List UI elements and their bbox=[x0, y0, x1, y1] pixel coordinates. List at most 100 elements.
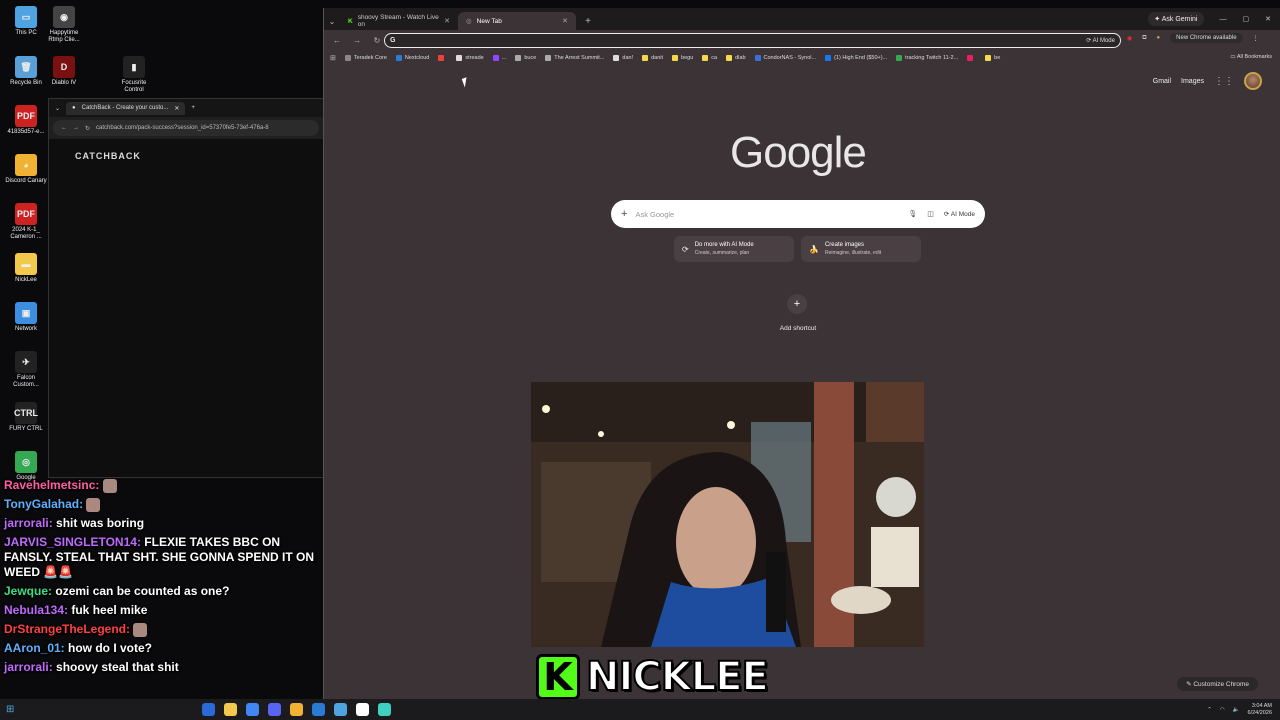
bookmark-item[interactable]: ... bbox=[492, 54, 506, 61]
ask-gemini-button[interactable]: ✦ Ask Gemini bbox=[1148, 12, 1204, 26]
new-tab-icon[interactable]: + bbox=[191, 105, 195, 111]
bookmark-item[interactable]: Teradek Core bbox=[344, 54, 387, 61]
chat-username: jarrorali: bbox=[4, 516, 57, 530]
bookmark-item[interactable]: danit bbox=[642, 54, 663, 61]
back-icon[interactable]: ← bbox=[61, 125, 67, 131]
avatar[interactable] bbox=[1244, 72, 1262, 90]
bookmark-item[interactable]: begu bbox=[672, 54, 693, 61]
customize-chrome-button[interactable]: ✎ Customize Chrome bbox=[1177, 677, 1258, 691]
maximize-icon[interactable]: ▢ bbox=[1243, 15, 1250, 23]
desktop-icon[interactable]: ✈ Falcon Custom... bbox=[4, 351, 48, 389]
catchback-url: catchback.com/pack-success?session_id=57… bbox=[96, 125, 269, 131]
catchback-browser-window[interactable]: ⌄ ● CatchBack - Create your custo... ✕ +… bbox=[48, 98, 324, 478]
search-input[interactable]: Ask Google bbox=[635, 210, 674, 219]
taskbar-app-icon[interactable] bbox=[224, 703, 238, 716]
catchback-logo: CATCHBACK bbox=[75, 151, 141, 161]
omnibox[interactable]: G ⟳ AI Mode bbox=[384, 33, 1121, 48]
minimize-icon[interactable]: — bbox=[1220, 16, 1227, 23]
catchback-address-bar[interactable]: ← → ↻ catchback.com/pack-success?session… bbox=[53, 120, 319, 136]
catchback-tab[interactable]: ● CatchBack - Create your custo... ✕ bbox=[66, 101, 186, 115]
images-link[interactable]: Images bbox=[1181, 78, 1204, 85]
desktop-icon[interactable]: ▬ NickLee bbox=[4, 253, 48, 284]
suggestion-title: Do more with AI Mode bbox=[694, 242, 754, 248]
desktop-icon[interactable]: ▣ Network bbox=[4, 302, 48, 333]
desktop-icon[interactable]: ◉ Happytime Rtmp Clie... bbox=[42, 6, 86, 44]
reload-icon[interactable]: ↻ bbox=[85, 125, 90, 132]
volume-icon[interactable]: 🔈 bbox=[1233, 707, 1240, 713]
bookmark-item[interactable] bbox=[967, 54, 976, 61]
close-icon[interactable]: ✕ bbox=[562, 17, 568, 25]
taskbar-app-icon[interactable] bbox=[312, 703, 326, 716]
forward-icon[interactable]: → bbox=[73, 125, 79, 131]
bookmark-item[interactable] bbox=[438, 54, 447, 61]
menu-kebab-icon[interactable]: ⋮ bbox=[1253, 35, 1259, 42]
bookmark-favicon-icon bbox=[672, 54, 679, 61]
bookmark-favicon-icon bbox=[642, 54, 649, 61]
windows-start-icon[interactable]: ⊞ bbox=[6, 704, 14, 715]
tab-shoovy-stream[interactable]: K shoovy Stream - Watch Live on ✕ bbox=[340, 12, 458, 30]
bookmark-item[interactable]: dan! bbox=[613, 54, 633, 61]
profile-icon[interactable]: ● bbox=[1157, 35, 1161, 41]
close-icon[interactable]: ✕ bbox=[444, 17, 450, 25]
gmail-link[interactable]: Gmail bbox=[1153, 78, 1171, 85]
bookmark-item[interactable]: streade bbox=[456, 54, 484, 61]
tab-search-icon[interactable]: ⌄ bbox=[55, 105, 60, 112]
bookmark-item[interactable]: The Arrest Summit... bbox=[545, 54, 604, 61]
close-icon[interactable]: ✕ bbox=[174, 105, 179, 112]
bookmark-item[interactable]: tracking Twitch 11-2... bbox=[896, 54, 958, 61]
taskbar-app-icon[interactable] bbox=[356, 703, 370, 716]
desktop-icon[interactable]: D Diablo IV bbox=[42, 56, 86, 87]
desktop-icon[interactable]: CTRL FURY CTRL bbox=[4, 402, 48, 433]
add-file-icon[interactable]: + bbox=[621, 208, 627, 220]
catchback-tab-title: CatchBack - Create your custo... bbox=[81, 105, 169, 111]
taskbar-app-icon[interactable] bbox=[202, 703, 216, 716]
apps-grid-icon[interactable]: ⊞ bbox=[330, 54, 336, 62]
omnibox-ai-mode-button[interactable]: ⟳ AI Mode bbox=[1086, 37, 1115, 44]
suggestion-create-images[interactable]: 🍌 Create images Reimagine, illustrate, e… bbox=[801, 236, 921, 262]
new-tab-button[interactable]: + bbox=[580, 13, 596, 29]
desktop-icon[interactable]: ▮ Focusrite Control bbox=[112, 56, 156, 94]
chat-message: jarrorali: shoovy steal that shit bbox=[0, 658, 324, 677]
bookmark-item[interactable]: (1) High End ($50+)... bbox=[825, 54, 887, 61]
update-chrome-button[interactable]: New Chrome available bbox=[1170, 33, 1243, 43]
chat-emote-icon bbox=[102, 478, 117, 493]
bookmark-label: dlab bbox=[735, 54, 746, 61]
desktop-icon[interactable]: PDF 2024 K-1_ Cameron ... bbox=[4, 203, 48, 241]
ai-mode-button[interactable]: ⟳ AI Mode bbox=[943, 210, 975, 218]
all-bookmarks-button[interactable]: ▭ All Bookmarks bbox=[1230, 54, 1272, 60]
network-icon[interactable]: ◠ bbox=[1220, 707, 1225, 713]
google-search-box[interactable]: + Ask Google 🎙 ◫ ⟳ AI Mode bbox=[611, 200, 985, 228]
microphone-icon[interactable]: 🎙 bbox=[908, 210, 917, 218]
desktop-icon[interactable]: PDF 41835d57-e... bbox=[4, 105, 48, 136]
desktop-icon[interactable]: ◕ Discord Canary bbox=[4, 154, 48, 185]
taskbar-app-icon[interactable] bbox=[290, 703, 304, 716]
taskbar-app-icon[interactable] bbox=[246, 703, 260, 716]
window-controls: ✦ Ask Gemini — ▢ ✕ bbox=[1148, 12, 1280, 26]
google-apps-icon[interactable]: ⋮⋮ bbox=[1214, 76, 1234, 87]
bookmark-favicon-icon bbox=[395, 54, 402, 61]
google-g-icon: G bbox=[390, 37, 396, 44]
forward-icon[interactable]: → bbox=[352, 36, 362, 45]
taskbar-app-icon[interactable] bbox=[268, 703, 282, 716]
bookmark-item[interactable]: CondorNAS - Synol... bbox=[754, 54, 816, 61]
reload-icon[interactable]: ↻ bbox=[372, 36, 382, 45]
back-icon[interactable]: ← bbox=[332, 36, 342, 45]
tab-search-icon[interactable]: ⌄ bbox=[324, 17, 340, 26]
chevron-up-icon[interactable]: ⌃ bbox=[1207, 707, 1212, 713]
tab-new-tab[interactable]: ◎ New Tab ✕ bbox=[458, 12, 576, 30]
taskbar-app-icon[interactable] bbox=[378, 703, 392, 716]
bookmark-item[interactable]: buce bbox=[515, 54, 536, 61]
extension-icon[interactable]: ◉ bbox=[1127, 35, 1132, 42]
taskbar-app-icon[interactable] bbox=[334, 703, 348, 716]
close-window-icon[interactable]: ✕ bbox=[1265, 15, 1271, 23]
suggestion-ai-mode[interactable]: ⟳ Do more with AI Mode Create, summarize… bbox=[674, 236, 794, 262]
camera-lens-icon[interactable]: ◫ bbox=[927, 210, 934, 218]
extensions-puzzle-icon[interactable]: ⧉ bbox=[1142, 35, 1146, 42]
add-shortcut-button[interactable]: + bbox=[787, 294, 807, 314]
bookmark-item[interactable]: be bbox=[985, 54, 1000, 61]
bookmark-item[interactable]: ca bbox=[702, 54, 717, 61]
ai-mode-label: AI Mode bbox=[1092, 38, 1115, 44]
bookmark-item[interactable]: dlab bbox=[726, 54, 746, 61]
bookmark-item[interactable]: Nextcloud bbox=[395, 54, 429, 61]
clock[interactable]: 3:04 AM 6/24/2026 bbox=[1248, 703, 1272, 717]
